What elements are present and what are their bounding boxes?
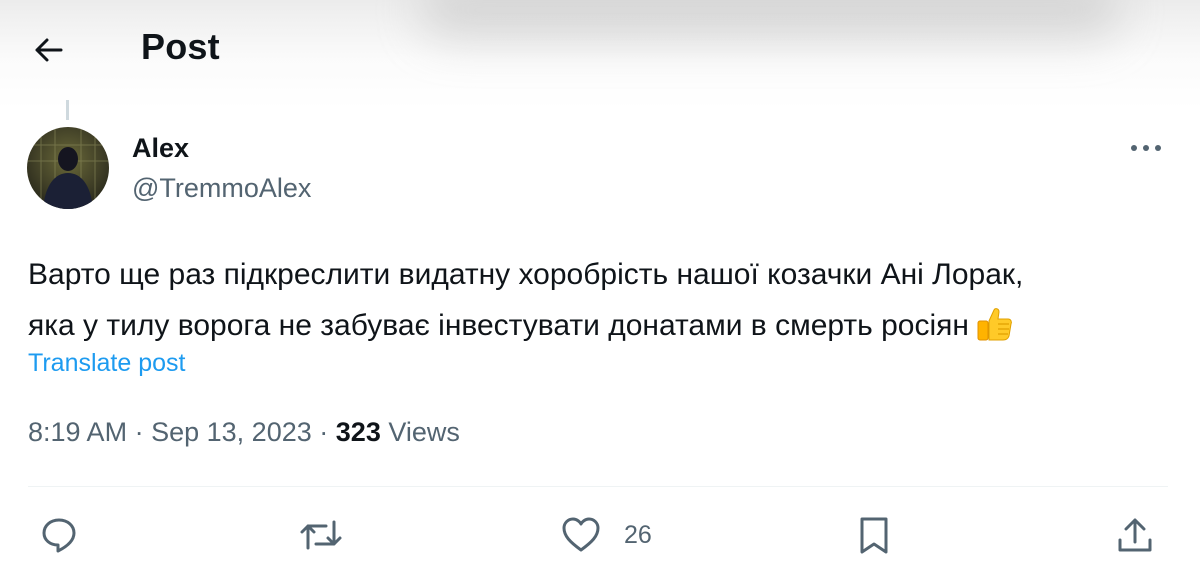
meta-separator: · [134, 417, 144, 447]
share-button[interactable] [1114, 510, 1156, 560]
back-button[interactable] [22, 24, 74, 76]
post-date[interactable]: Sep 13, 2023 [151, 417, 312, 447]
heart-icon [562, 517, 600, 552]
views-label[interactable]: Views [388, 417, 460, 447]
like-button[interactable]: 26 [560, 510, 652, 560]
translate-post-link[interactable]: Translate post [28, 349, 185, 378]
meta-separator: · [319, 417, 329, 447]
bookmark-button[interactable] [854, 510, 894, 560]
more-horizontal-icon [1131, 145, 1161, 151]
arrow-left-icon [35, 38, 63, 62]
more-options-button[interactable] [1124, 130, 1168, 166]
bookmark-icon [860, 517, 888, 554]
divider [28, 486, 1168, 487]
repost-icon [300, 520, 342, 550]
avatar-image [27, 127, 109, 209]
author-display-name[interactable]: Alex [132, 133, 189, 164]
thumbs-up-emoji [977, 308, 1012, 341]
post-page: Post Alex @TremmoAlex Варто ще раз підкр… [0, 0, 1200, 577]
thread-connector [66, 100, 69, 120]
post-text-line: яка у тилу ворога не забуває інвестувати… [28, 309, 969, 342]
like-count: 26 [624, 520, 652, 549]
post-meta: 8:19 AM · Sep 13, 2023 · 323 Views [28, 417, 460, 448]
post-time[interactable]: 8:19 AM [28, 417, 127, 447]
share-icon [1118, 518, 1152, 552]
reply-button[interactable] [38, 510, 80, 560]
post-text: Варто ще раз підкреслити видатну хоробрі… [28, 249, 1178, 351]
views-count[interactable]: 323 [336, 417, 381, 447]
avatar[interactable] [27, 127, 109, 209]
reply-icon [42, 518, 76, 553]
post-text-line: Варто ще раз підкреслити видатну хоробрі… [28, 258, 1024, 291]
repost-button[interactable] [298, 510, 344, 560]
post-text-line-2: яка у тилу ворога не забуває інвестувати… [28, 300, 1178, 351]
author-handle[interactable]: @TremmoAlex [132, 173, 311, 204]
page-title: Post [141, 26, 220, 67]
